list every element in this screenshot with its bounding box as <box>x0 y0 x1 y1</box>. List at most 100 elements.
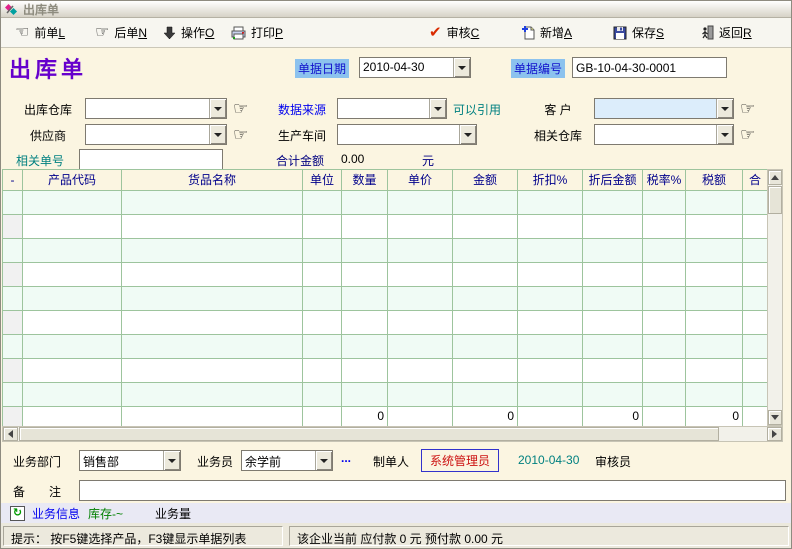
dropdown-arrow-icon[interactable] <box>453 58 470 77</box>
related-warehouse-combo[interactable] <box>594 124 734 145</box>
grid-cell[interactable] <box>453 239 518 263</box>
column-header[interactable]: 金额 <box>453 170 518 191</box>
dept-combo[interactable]: 销售部 <box>79 450 181 471</box>
grid-cell[interactable] <box>583 263 643 287</box>
scroll-right-icon[interactable] <box>767 427 782 441</box>
grid-cell[interactable] <box>303 287 342 311</box>
scroll-left-icon[interactable] <box>3 427 18 441</box>
grid-cell[interactable] <box>453 311 518 335</box>
remark-input[interactable] <box>79 480 786 501</box>
hscroll-thumb[interactable] <box>19 427 719 441</box>
grid-cell[interactable] <box>686 215 743 239</box>
return-button[interactable]: 返回R <box>697 21 756 44</box>
grid-cell[interactable] <box>643 191 686 215</box>
grid-cell[interactable] <box>23 287 122 311</box>
grid-cell[interactable] <box>122 191 303 215</box>
grid-cell[interactable] <box>518 383 583 407</box>
grid-cell[interactable] <box>303 359 342 383</box>
grid-cell[interactable] <box>453 383 518 407</box>
grid-cell[interactable] <box>743 335 768 359</box>
grid-cell[interactable] <box>342 215 388 239</box>
business-info-link[interactable]: 业务信息 <box>32 505 80 522</box>
save-button[interactable]: 保存S <box>609 21 668 44</box>
grid-cell[interactable] <box>388 311 453 335</box>
grid-cell[interactable] <box>583 191 643 215</box>
grid-cell[interactable] <box>342 263 388 287</box>
grid-cell[interactable] <box>686 263 743 287</box>
grid-cell[interactable] <box>643 215 686 239</box>
grid-cell[interactable] <box>122 359 303 383</box>
grid-cell[interactable] <box>388 215 453 239</box>
dropdown-arrow-icon[interactable] <box>209 99 226 118</box>
grid-cell[interactable] <box>303 383 342 407</box>
row-marker-cell[interactable] <box>3 359 23 383</box>
next-doc-button[interactable]: ☞ 后单N <box>91 21 151 44</box>
grid-cell[interactable] <box>643 335 686 359</box>
data-source-combo[interactable] <box>337 98 447 119</box>
grid-cell[interactable] <box>518 215 583 239</box>
grid-cell[interactable] <box>388 287 453 311</box>
dropdown-arrow-icon[interactable] <box>163 451 180 470</box>
grid-cell[interactable] <box>303 215 342 239</box>
column-header[interactable]: 合 <box>743 170 768 191</box>
prev-doc-button[interactable]: ☜ 前单L <box>11 21 69 44</box>
grid-cell[interactable] <box>686 383 743 407</box>
grid-cell[interactable] <box>518 359 583 383</box>
lookup-hand-icon[interactable]: ☞ <box>740 126 755 143</box>
supplier-combo[interactable] <box>85 124 227 145</box>
grid-cell[interactable] <box>686 335 743 359</box>
lookup-hand-icon[interactable]: ☞ <box>740 100 755 117</box>
doc-refresh-icon[interactable]: ↻ <box>10 506 25 521</box>
column-header[interactable]: 产品代码 <box>23 170 122 191</box>
doc-date-combo[interactable]: 2010-04-30 <box>359 57 471 78</box>
grid-cell[interactable] <box>643 311 686 335</box>
column-header[interactable]: - <box>3 170 23 191</box>
row-marker-cell[interactable] <box>3 191 23 215</box>
grid-cell[interactable] <box>122 239 303 263</box>
grid-cell[interactable] <box>453 287 518 311</box>
row-marker-cell[interactable] <box>3 215 23 239</box>
grid-cell[interactable] <box>743 359 768 383</box>
column-header[interactable]: 税率% <box>643 170 686 191</box>
grid-cell[interactable] <box>583 287 643 311</box>
grid-cell[interactable] <box>342 191 388 215</box>
grid-cell[interactable] <box>643 287 686 311</box>
grid-cell[interactable] <box>453 335 518 359</box>
workshop-combo[interactable] <box>337 124 477 145</box>
column-header[interactable]: 单价 <box>388 170 453 191</box>
grid-cell[interactable] <box>342 383 388 407</box>
grid-cell[interactable] <box>686 287 743 311</box>
grid-cell[interactable] <box>453 215 518 239</box>
grid-cell[interactable] <box>23 263 122 287</box>
grid-cell[interactable] <box>453 263 518 287</box>
column-header[interactable]: 单位 <box>303 170 342 191</box>
dropdown-arrow-icon[interactable] <box>459 125 476 144</box>
grid-cell[interactable] <box>686 359 743 383</box>
add-new-button[interactable]: 新增A <box>517 21 576 44</box>
grid-cell[interactable] <box>518 335 583 359</box>
grid-cell[interactable] <box>743 383 768 407</box>
grid-cell[interactable] <box>643 263 686 287</box>
grid-cell[interactable] <box>342 335 388 359</box>
grid-cell[interactable] <box>518 263 583 287</box>
related-no-input[interactable] <box>79 149 223 170</box>
lookup-hand-icon[interactable]: ☞ <box>233 126 248 143</box>
grid-cell[interactable] <box>583 311 643 335</box>
grid-cell[interactable] <box>743 311 768 335</box>
grid-cell[interactable] <box>23 383 122 407</box>
grid-cell[interactable] <box>743 263 768 287</box>
grid-cell[interactable] <box>303 263 342 287</box>
grid-cell[interactable] <box>23 239 122 263</box>
grid-cell[interactable] <box>743 215 768 239</box>
grid-cell[interactable] <box>342 359 388 383</box>
grid-cell[interactable] <box>122 311 303 335</box>
grid-cell[interactable] <box>122 383 303 407</box>
action-button[interactable]: 操作O <box>159 21 218 44</box>
row-marker-cell[interactable] <box>3 311 23 335</box>
grid-cell[interactable] <box>583 359 643 383</box>
grid-cell[interactable] <box>23 215 122 239</box>
grid-cell[interactable] <box>388 191 453 215</box>
grid-cell[interactable] <box>23 311 122 335</box>
grid-cell[interactable] <box>583 239 643 263</box>
doc-no-input[interactable] <box>572 57 727 78</box>
